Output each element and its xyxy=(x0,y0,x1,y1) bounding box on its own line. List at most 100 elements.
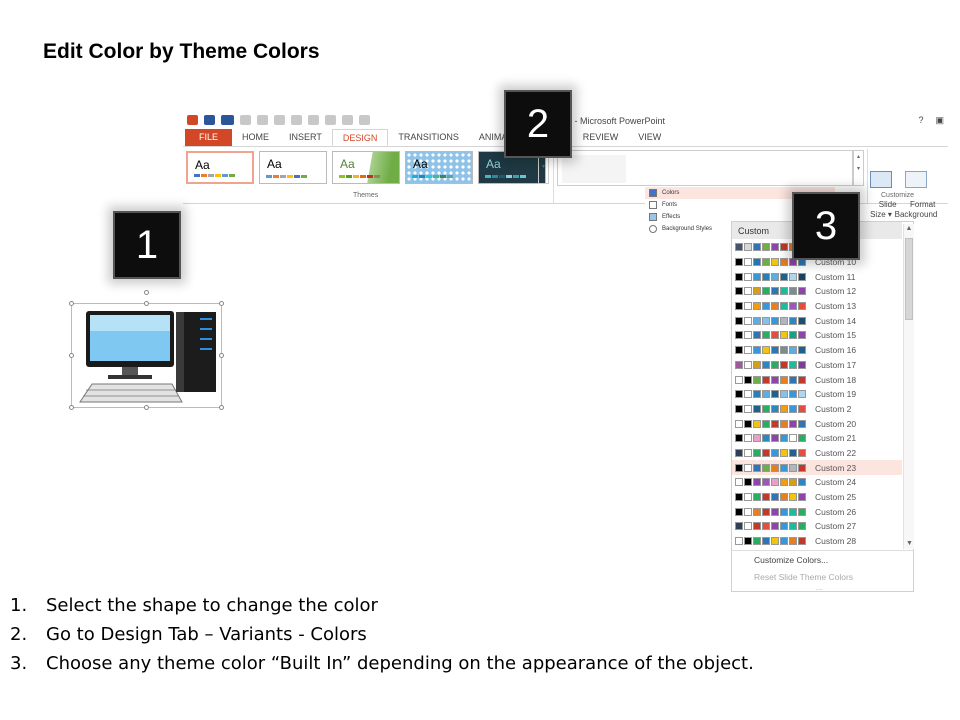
color-swatches xyxy=(735,493,806,502)
theme-label: Aa xyxy=(267,157,282,171)
tab-insert[interactable]: INSERT xyxy=(279,129,332,146)
theme-office[interactable]: Aa xyxy=(186,151,254,184)
color-swatch xyxy=(735,493,743,502)
palette-row[interactable]: Custom 16 xyxy=(732,343,902,358)
color-swatch xyxy=(762,360,770,369)
resize-handle[interactable] xyxy=(69,301,74,306)
color-swatch xyxy=(771,243,779,252)
resize-handle[interactable] xyxy=(219,301,224,306)
palette-row[interactable]: Custom 14 xyxy=(732,313,902,328)
color-swatch xyxy=(771,537,779,546)
customize-colors-item[interactable]: Customize Colors... xyxy=(732,551,914,568)
color-swatch xyxy=(789,493,797,502)
color-swatch xyxy=(780,463,788,472)
palette-row[interactable]: Custom 19 xyxy=(732,387,902,402)
reset-theme-colors-item: Reset Slide Theme Colors xyxy=(754,572,854,582)
redo-icon[interactable] xyxy=(240,115,251,125)
color-swatches xyxy=(735,434,806,443)
instruction-step: 3. Choose any theme color “Built In” depe… xyxy=(10,649,754,678)
color-swatches xyxy=(735,287,806,296)
palette-row[interactable]: Custom 21 xyxy=(732,431,902,446)
color-swatch xyxy=(771,493,779,502)
color-swatch xyxy=(735,463,743,472)
palette-row[interactable]: Custom 12 xyxy=(732,284,902,299)
resize-handle[interactable] xyxy=(144,405,149,410)
palette-row[interactable]: Custom 22 xyxy=(732,446,902,461)
theme-pattern[interactable]: Aa xyxy=(405,151,473,184)
tab-review[interactable]: REVIEW xyxy=(573,129,629,146)
computer-shape[interactable] xyxy=(69,290,224,410)
undo-icon[interactable] xyxy=(221,115,234,125)
palette-scrollbar[interactable]: ▲ ▼ xyxy=(903,224,914,549)
color-swatches xyxy=(735,360,806,369)
palette-row[interactable]: Custom 15 xyxy=(732,328,902,343)
color-swatch xyxy=(753,243,761,252)
subscript-icon[interactable] xyxy=(325,115,336,125)
text-effects-icon[interactable] xyxy=(342,115,353,125)
palette-name: Custom 20 xyxy=(815,418,857,429)
color-swatch xyxy=(771,507,779,516)
color-swatch xyxy=(735,272,743,281)
resize-handle[interactable] xyxy=(144,301,149,306)
resize-grip[interactable]: .... xyxy=(816,586,823,592)
help-button[interactable]: ? xyxy=(918,115,923,126)
restore-button[interactable]: ▣ xyxy=(935,115,944,126)
color-swatch xyxy=(771,404,779,413)
color-swatch xyxy=(789,390,797,399)
color-swatch xyxy=(798,448,806,457)
tab-home[interactable]: HOME xyxy=(232,129,279,146)
shapes-icon[interactable] xyxy=(291,115,302,125)
variants-gallery[interactable] xyxy=(557,150,853,186)
color-swatch xyxy=(771,448,779,457)
scroll-up-icon[interactable]: ▲ xyxy=(904,224,914,234)
resize-handle[interactable] xyxy=(219,405,224,410)
format-background-button[interactable]: Format Background xyxy=(891,151,941,230)
step-number: 3. xyxy=(10,653,28,674)
color-swatch xyxy=(753,507,761,516)
save-icon[interactable] xyxy=(204,115,215,125)
palette-row[interactable]: Custom 27 xyxy=(732,519,902,534)
tab-design[interactable]: DESIGN xyxy=(331,129,389,146)
palette-row[interactable]: Custom 28 xyxy=(732,534,902,549)
palette-row[interactable]: Custom 11 xyxy=(732,269,902,284)
color-swatches xyxy=(735,316,806,325)
resize-handle[interactable] xyxy=(219,353,224,358)
palette-row[interactable]: Custom 2 xyxy=(732,402,902,417)
scroll-down-icon[interactable]: ▼ xyxy=(904,539,915,549)
format-painter-icon[interactable] xyxy=(274,115,285,125)
palette-row[interactable]: Custom 24 xyxy=(732,475,902,490)
palette-row[interactable]: Custom 25 xyxy=(732,490,902,505)
palette-name: Custom 13 xyxy=(815,301,857,312)
resize-handle[interactable] xyxy=(69,353,74,358)
palette-row[interactable]: Custom 18 xyxy=(732,372,902,387)
color-swatch xyxy=(780,478,788,487)
palette-row[interactable]: Custom 17 xyxy=(732,358,902,373)
color-swatch xyxy=(762,316,770,325)
color-swatch xyxy=(789,316,797,325)
color-swatch xyxy=(744,493,752,502)
color-swatch xyxy=(753,404,761,413)
tab-view[interactable]: VIEW xyxy=(628,129,671,146)
theme-office-2[interactable]: Aa xyxy=(259,151,327,184)
color-swatch xyxy=(798,287,806,296)
tab-file[interactable]: FILE xyxy=(185,129,233,146)
color-swatch xyxy=(744,448,752,457)
window-controls: ? ▣ xyxy=(918,115,944,126)
step-number: 2. xyxy=(10,624,28,645)
palette-row[interactable]: Custom 23 xyxy=(732,460,902,475)
palette-row[interactable]: Custom 26 xyxy=(732,504,902,519)
palette-row[interactable]: Custom 13 xyxy=(732,299,902,314)
color-swatch xyxy=(744,287,752,296)
color-swatches xyxy=(735,346,806,355)
palette-row[interactable]: Custom 20 xyxy=(732,416,902,431)
theme-facet[interactable]: Aa xyxy=(332,151,400,184)
present-icon[interactable] xyxy=(257,115,268,125)
color-swatch xyxy=(762,419,770,428)
customize-qat-icon[interactable] xyxy=(359,115,370,125)
resize-handle[interactable] xyxy=(69,405,74,410)
color-swatch xyxy=(798,478,806,487)
scroll-thumb[interactable] xyxy=(905,238,913,320)
tab-transitions[interactable]: TRANSITIONS xyxy=(388,129,469,146)
rotate-handle-icon[interactable] xyxy=(144,290,149,295)
selection-icon[interactable] xyxy=(308,115,319,125)
